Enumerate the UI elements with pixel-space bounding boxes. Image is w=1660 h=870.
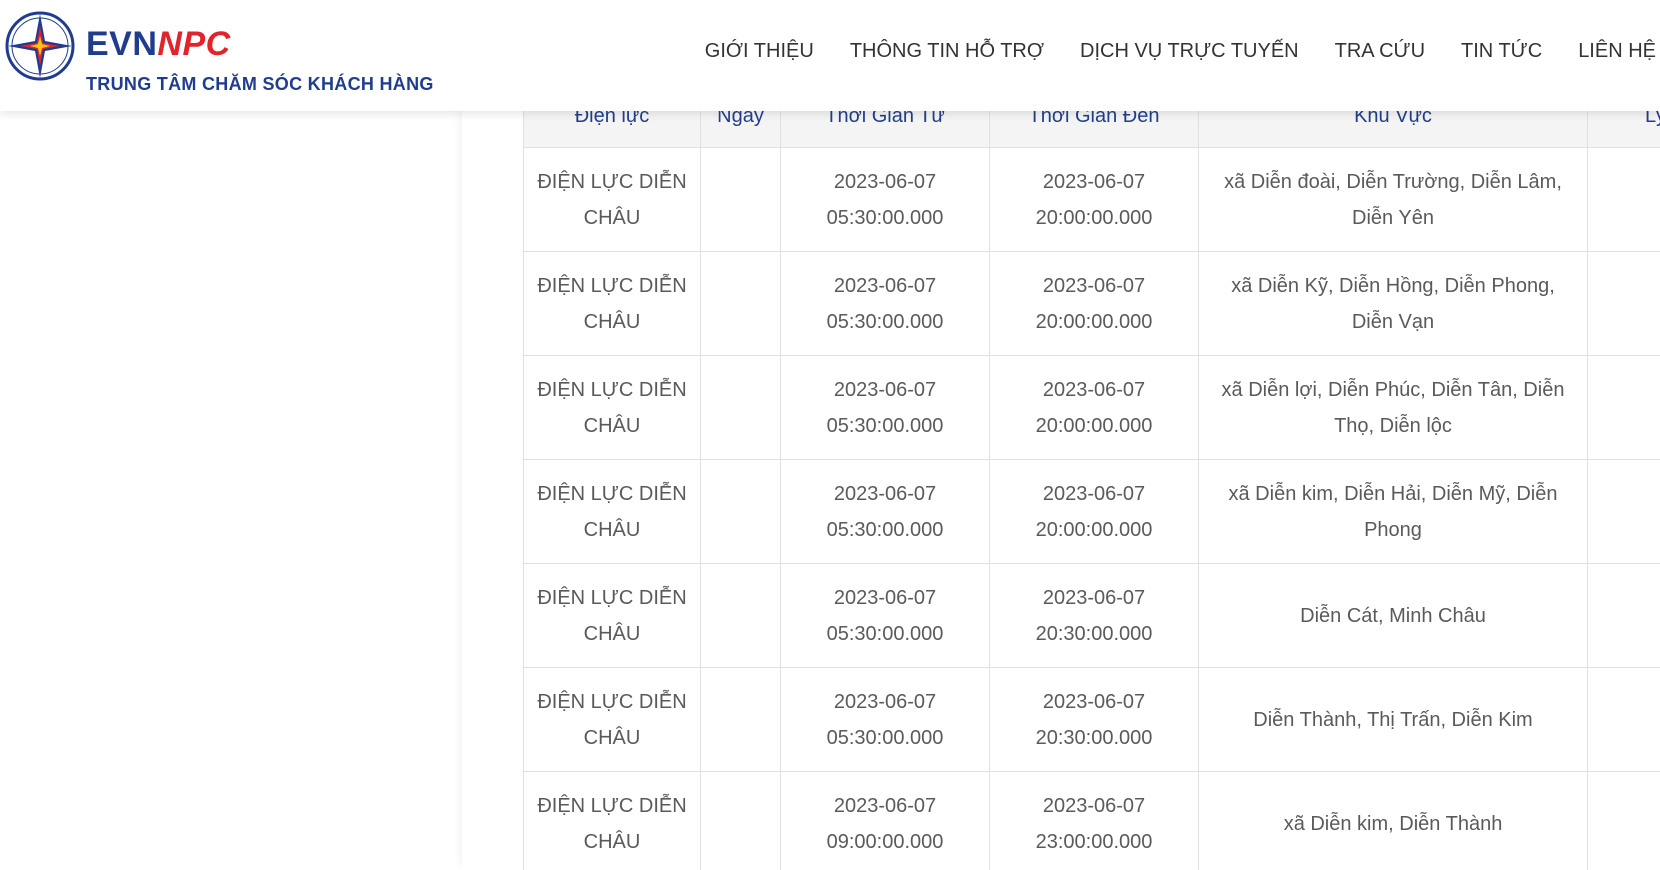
cell-khuvuc: Diễn Thành, Thị Trấn, Diễn Kim (1198, 667, 1588, 772)
nav-item-gioi-thieu[interactable]: GIỚI THIỆU (705, 40, 814, 63)
cell-thoigian-tu: 2023-06-07 05:30:00.000 (780, 251, 990, 356)
nav-item-tra-cuu[interactable]: TRA CỨU (1335, 40, 1425, 63)
cell-khuvuc: xã Diễn Kỹ, Diễn Hồng, Diễn Phong, Diễn … (1198, 251, 1588, 356)
cell-dienluc: ĐIỆN LỰC DIỄN CHÂU (523, 355, 701, 460)
table-row: ĐIỆN LỰC DIỄN CHÂU 2023-06-07 05:30:00.0… (523, 459, 1660, 564)
cell-ngay (700, 459, 781, 564)
cell-thoigian-tu: 2023-06-07 05:30:00.000 (780, 459, 990, 564)
cell-thoigian-tu: 2023-06-07 05:30:00.000 (780, 667, 990, 772)
cell-ly (1587, 355, 1660, 460)
nav-item-dich-vu-truc-tuyen[interactable]: DỊCH VỤ TRỰC TUYẾN (1080, 40, 1299, 63)
cell-thoigian-den: 2023-06-07 20:00:00.000 (989, 355, 1199, 460)
cell-khuvuc: xã Diễn kim, Diễn Hải, Diễn Mỹ, Diễn Pho… (1198, 459, 1588, 564)
cell-khuvuc: xã Diễn đoài, Diễn Trường, Diễn Lâm, Diễ… (1198, 147, 1588, 252)
cell-ly (1587, 771, 1660, 870)
cell-dienluc: ĐIỆN LỰC DIỄN CHÂU (523, 667, 701, 772)
nav-item-tin-tuc[interactable]: TIN TỨC (1461, 40, 1542, 63)
cell-dienluc: ĐIỆN LỰC DIỄN CHÂU (523, 251, 701, 356)
main-nav: GIỚI THIỆU THÔNG TIN HỖ TRỢ DỊCH VỤ TRỰC… (669, 36, 1660, 66)
cell-khuvuc: Diễn Cát, Minh Châu (1198, 563, 1588, 668)
table-row: ĐIỆN LỰC DIỄN CHÂU 2023-06-07 05:30:00.0… (523, 355, 1660, 460)
cell-thoigian-tu: 2023-06-07 05:30:00.000 (780, 147, 990, 252)
cell-ngay (700, 667, 781, 772)
cell-khuvuc: xã Diễn kim, Diễn Thành (1198, 771, 1588, 870)
cell-ly (1587, 147, 1660, 252)
table-row: ĐIỆN LỰC DIỄN CHÂU 2023-06-07 05:30:00.0… (523, 147, 1660, 252)
cell-thoigian-tu: 2023-06-07 05:30:00.000 (780, 563, 990, 668)
cell-thoigian-den: 2023-06-07 20:00:00.000 (989, 251, 1199, 356)
brand-evn: EVN (86, 25, 158, 63)
cell-ngay (700, 251, 781, 356)
table-row: ĐIỆN LỰC DIỄN CHÂU 2023-06-07 05:30:00.0… (523, 563, 1660, 668)
cell-ngay (700, 563, 781, 668)
cell-ngay (700, 147, 781, 252)
cell-dienluc: ĐIỆN LỰC DIỄN CHÂU (523, 771, 701, 870)
cell-thoigian-den: 2023-06-07 20:30:00.000 (989, 667, 1199, 772)
table-row: ĐIỆN LỰC DIỄN CHÂU 2023-06-07 05:30:00.0… (523, 667, 1660, 772)
site-header: EVNNPC TRUNG TÂM CHĂM SÓC KHÁCH HÀNG GIỚ… (0, 0, 1660, 111)
evn-star-compass-logo-icon[interactable] (4, 10, 76, 82)
cell-thoigian-tu: 2023-06-07 05:30:00.000 (780, 355, 990, 460)
brand-name[interactable]: EVNNPC (86, 24, 231, 64)
table-row: ĐIỆN LỰC DIỄN CHÂU 2023-06-07 09:00:00.0… (523, 771, 1660, 870)
left-blank-pane (0, 0, 462, 870)
cell-ly (1587, 459, 1660, 564)
cell-ly (1587, 563, 1660, 668)
cell-ly (1587, 667, 1660, 772)
outage-table-container: Điện lực Ngày Thời Gian Từ Thời Gian Đến… (523, 84, 1660, 870)
cell-dienluc: ĐIỆN LỰC DIỄN CHÂU (523, 563, 701, 668)
cell-ngay (700, 771, 781, 870)
cell-dienluc: ĐIỆN LỰC DIỄN CHÂU (523, 459, 701, 564)
cell-thoigian-den: 2023-06-07 23:00:00.000 (989, 771, 1199, 870)
nav-item-lien-he[interactable]: LIÊN HỆ (1578, 40, 1656, 63)
brand-npc: NPC (157, 25, 231, 63)
cell-thoigian-den: 2023-06-07 20:30:00.000 (989, 563, 1199, 668)
nav-item-thong-tin-ho-tro[interactable]: THÔNG TIN HỖ TRỢ (850, 40, 1044, 63)
cell-ly (1587, 251, 1660, 356)
cell-thoigian-den: 2023-06-07 20:00:00.000 (989, 147, 1199, 252)
table-row: ĐIỆN LỰC DIỄN CHÂU 2023-06-07 05:30:00.0… (523, 251, 1660, 356)
cell-khuvuc: xã Diễn lợi, Diễn Phúc, Diễn Tân, Diễn T… (1198, 355, 1588, 460)
page: Điện lực Ngày Thời Gian Từ Thời Gian Đến… (0, 0, 1660, 870)
cell-thoigian-den: 2023-06-07 20:00:00.000 (989, 459, 1199, 564)
cell-ngay (700, 355, 781, 460)
brand-tagline: TRUNG TÂM CHĂM SÓC KHÁCH HÀNG (86, 74, 434, 94)
cell-dienluc: ĐIỆN LỰC DIỄN CHÂU (523, 147, 701, 252)
cell-thoigian-tu: 2023-06-07 09:00:00.000 (780, 771, 990, 870)
outage-table: Điện lực Ngày Thời Gian Từ Thời Gian Đến… (523, 84, 1660, 870)
